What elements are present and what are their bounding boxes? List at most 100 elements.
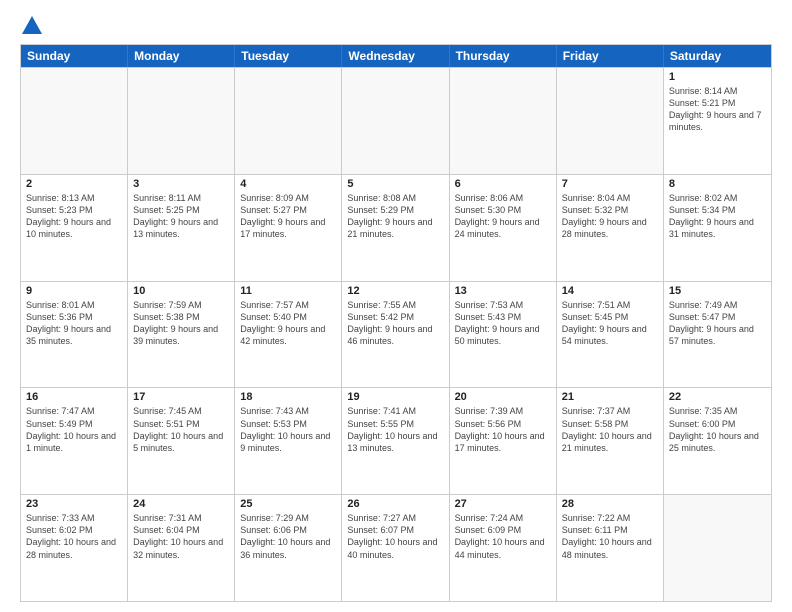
calendar-day-3: 3Sunrise: 8:11 AM Sunset: 5:25 PM Daylig… [128, 175, 235, 281]
day-number: 7 [562, 178, 658, 190]
day-number: 17 [133, 391, 229, 403]
calendar-header-cell: Saturday [664, 45, 771, 67]
calendar-week-4: 16 Sunrise: 7:47 AM Sunset: 5:49 PM Dayli… [21, 387, 771, 494]
day-number: 21 [562, 391, 658, 403]
day-number: 26 [347, 498, 443, 510]
day-number: 1 [669, 71, 766, 83]
day-info: Sunrise: 7:49 AM Sunset: 5:47 PM Dayligh… [669, 299, 766, 348]
calendar-header-cell: Wednesday [342, 45, 449, 67]
calendar-day-empty [235, 68, 342, 174]
day-number: 22 [669, 391, 766, 403]
day-info: Sunrise: 7:22 AM Sunset: 6:11 PM Dayligh… [562, 512, 658, 561]
day-info: Sunrise: 7:47 AM Sunset: 5:49 PM Dayligh… [26, 405, 122, 454]
calendar-day-16: 16 Sunrise: 7:47 AM Sunset: 5:49 PM Dayli… [21, 388, 128, 494]
calendar-day-20: 20Sunrise: 7:39 AM Sunset: 5:56 PM Dayli… [450, 388, 557, 494]
day-number: 4 [240, 178, 336, 190]
day-info: Sunrise: 7:37 AM Sunset: 5:58 PM Dayligh… [562, 405, 658, 454]
calendar-day-11: 11 Sunrise: 7:57 AM Sunset: 5:40 PM Dayli… [235, 282, 342, 388]
calendar-day-22: 22 Sunrise: 7:35 AM Sunset: 6:00 PM Dayli… [664, 388, 771, 494]
day-info: Sunrise: 8:06 AM Sunset: 5:30 PM Dayligh… [455, 192, 551, 241]
day-number: 15 [669, 285, 766, 297]
day-info: Sunrise: 7:45 AM Sunset: 5:51 PM Dayligh… [133, 405, 229, 454]
calendar-header-row: SundayMondayTuesdayWednesdayThursdayFrid… [21, 45, 771, 67]
day-number: 13 [455, 285, 551, 297]
day-number: 27 [455, 498, 551, 510]
day-number: 14 [562, 285, 658, 297]
calendar-day-8: 8 Sunrise: 8:02 AM Sunset: 5:34 PM Daylig… [664, 175, 771, 281]
day-info: Sunrise: 7:35 AM Sunset: 6:00 PM Dayligh… [669, 405, 766, 454]
day-info: Sunrise: 8:02 AM Sunset: 5:34 PM Dayligh… [669, 192, 766, 241]
calendar-week-2: 2 Sunrise: 8:13 AM Sunset: 5:23 PM Daylig… [21, 174, 771, 281]
day-info: Sunrise: 7:33 AM Sunset: 6:02 PM Dayligh… [26, 512, 122, 561]
day-number: 6 [455, 178, 551, 190]
calendar-day-10: 10 Sunrise: 7:59 AM Sunset: 5:38 PM Dayli… [128, 282, 235, 388]
calendar-header-cell: Sunday [21, 45, 128, 67]
calendar-day-18: 18Sunrise: 7:43 AM Sunset: 5:53 PM Dayli… [235, 388, 342, 494]
calendar-day-2: 2 Sunrise: 8:13 AM Sunset: 5:23 PM Daylig… [21, 175, 128, 281]
day-info: Sunrise: 7:59 AM Sunset: 5:38 PM Dayligh… [133, 299, 229, 348]
day-info: Sunrise: 8:09 AM Sunset: 5:27 PM Dayligh… [240, 192, 336, 241]
day-info: Sunrise: 7:27 AM Sunset: 6:07 PM Dayligh… [347, 512, 443, 561]
day-info: Sunrise: 7:31 AM Sunset: 6:04 PM Dayligh… [133, 512, 229, 561]
calendar-header-cell: Thursday [450, 45, 557, 67]
calendar-day-1: 1 Sunrise: 8:14 AM Sunset: 5:21 PM Daylig… [664, 68, 771, 174]
day-number: 23 [26, 498, 122, 510]
calendar-day-empty [21, 68, 128, 174]
calendar-week-1: 1 Sunrise: 8:14 AM Sunset: 5:21 PM Daylig… [21, 67, 771, 174]
calendar-day-14: 14 Sunrise: 7:51 AM Sunset: 5:45 PM Dayli… [557, 282, 664, 388]
day-number: 12 [347, 285, 443, 297]
calendar-day-9: 9Sunrise: 8:01 AM Sunset: 5:36 PM Daylig… [21, 282, 128, 388]
day-info: Sunrise: 7:55 AM Sunset: 5:42 PM Dayligh… [347, 299, 443, 348]
calendar: SundayMondayTuesdayWednesdayThursdayFrid… [20, 44, 772, 602]
calendar-header-cell: Monday [128, 45, 235, 67]
day-number: 10 [133, 285, 229, 297]
calendar-day-15: 15 Sunrise: 7:49 AM Sunset: 5:47 PM Dayli… [664, 282, 771, 388]
calendar-day-28: 28 Sunrise: 7:22 AM Sunset: 6:11 PM Dayli… [557, 495, 664, 601]
day-number: 8 [669, 178, 766, 190]
calendar-day-26: 26 Sunrise: 7:27 AM Sunset: 6:07 PM Dayli… [342, 495, 449, 601]
calendar-header-cell: Tuesday [235, 45, 342, 67]
day-number: 24 [133, 498, 229, 510]
day-info: Sunrise: 8:11 AM Sunset: 5:25 PM Dayligh… [133, 192, 229, 241]
day-info: Sunrise: 7:24 AM Sunset: 6:09 PM Dayligh… [455, 512, 551, 561]
calendar-day-12: 12 Sunrise: 7:55 AM Sunset: 5:42 PM Dayli… [342, 282, 449, 388]
page: SundayMondayTuesdayWednesdayThursdayFrid… [0, 0, 792, 612]
day-info: Sunrise: 8:13 AM Sunset: 5:23 PM Dayligh… [26, 192, 122, 241]
calendar-day-23: 23 Sunrise: 7:33 AM Sunset: 6:02 PM Dayli… [21, 495, 128, 601]
calendar-day-25: 25Sunrise: 7:29 AM Sunset: 6:06 PM Dayli… [235, 495, 342, 601]
calendar-day-empty [450, 68, 557, 174]
logo-triangle-icon [22, 16, 42, 34]
calendar-day-7: 7 Sunrise: 8:04 AM Sunset: 5:32 PM Daylig… [557, 175, 664, 281]
day-info: Sunrise: 7:41 AM Sunset: 5:55 PM Dayligh… [347, 405, 443, 454]
logo [20, 16, 42, 36]
calendar-body: 1 Sunrise: 8:14 AM Sunset: 5:21 PM Daylig… [21, 67, 771, 601]
day-number: 11 [240, 285, 336, 297]
calendar-day-21: 21 Sunrise: 7:37 AM Sunset: 5:58 PM Dayli… [557, 388, 664, 494]
calendar-day-empty [342, 68, 449, 174]
calendar-day-27: 27 Sunrise: 7:24 AM Sunset: 6:09 PM Dayli… [450, 495, 557, 601]
calendar-day-empty [664, 495, 771, 601]
day-info: Sunrise: 7:57 AM Sunset: 5:40 PM Dayligh… [240, 299, 336, 348]
calendar-week-5: 23 Sunrise: 7:33 AM Sunset: 6:02 PM Dayli… [21, 494, 771, 601]
calendar-day-empty [557, 68, 664, 174]
day-info: Sunrise: 8:01 AM Sunset: 5:36 PM Dayligh… [26, 299, 122, 348]
day-info: Sunrise: 7:51 AM Sunset: 5:45 PM Dayligh… [562, 299, 658, 348]
day-info: Sunrise: 8:04 AM Sunset: 5:32 PM Dayligh… [562, 192, 658, 241]
calendar-day-5: 5Sunrise: 8:08 AM Sunset: 5:29 PM Daylig… [342, 175, 449, 281]
calendar-day-17: 17 Sunrise: 7:45 AM Sunset: 5:51 PM Dayli… [128, 388, 235, 494]
day-number: 2 [26, 178, 122, 190]
calendar-day-empty [128, 68, 235, 174]
calendar-day-4: 4 Sunrise: 8:09 AM Sunset: 5:27 PM Daylig… [235, 175, 342, 281]
calendar-day-6: 6 Sunrise: 8:06 AM Sunset: 5:30 PM Daylig… [450, 175, 557, 281]
day-info: Sunrise: 7:29 AM Sunset: 6:06 PM Dayligh… [240, 512, 336, 561]
day-number: 20 [455, 391, 551, 403]
calendar-day-24: 24 Sunrise: 7:31 AM Sunset: 6:04 PM Dayli… [128, 495, 235, 601]
day-number: 16 [26, 391, 122, 403]
header [20, 16, 772, 36]
day-info: Sunrise: 8:14 AM Sunset: 5:21 PM Dayligh… [669, 85, 766, 134]
day-info: Sunrise: 7:53 AM Sunset: 5:43 PM Dayligh… [455, 299, 551, 348]
day-number: 5 [347, 178, 443, 190]
day-number: 19 [347, 391, 443, 403]
day-number: 28 [562, 498, 658, 510]
day-number: 18 [240, 391, 336, 403]
